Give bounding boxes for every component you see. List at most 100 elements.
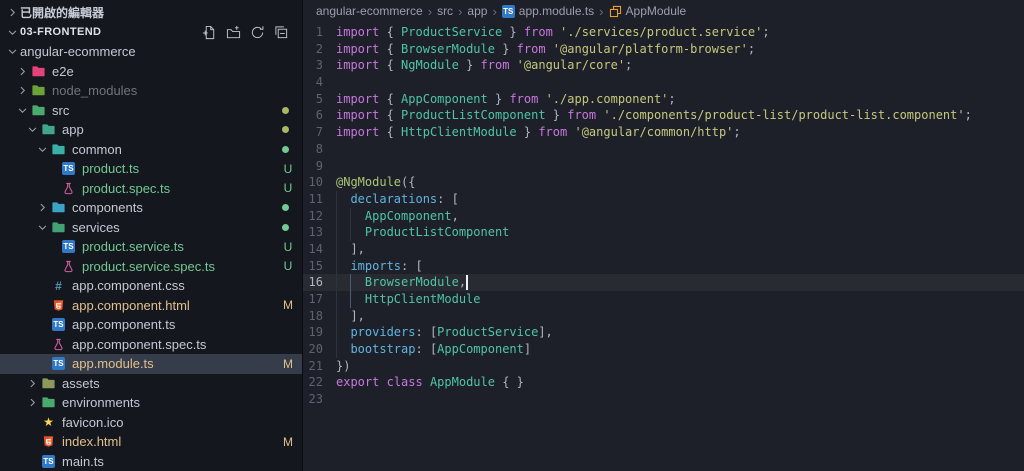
code-line-18[interactable]: 18 ], <box>303 307 1024 325</box>
chevron-down-icon[interactable] <box>4 24 20 40</box>
breadcrumb-item-AppModule[interactable]: AppModule <box>609 4 686 18</box>
chevron-right-icon[interactable] <box>24 375 40 391</box>
text-cursor <box>466 275 468 290</box>
code-line-22[interactable]: 22 export class AppModule { } <box>303 374 1024 391</box>
line-number: 5 <box>315 91 323 106</box>
chevron-right-icon[interactable] <box>4 4 20 20</box>
line-text: ProductListComponent <box>336 224 1024 241</box>
tree-item-node_modules[interactable]: node_modules <box>0 81 302 101</box>
code-line-21[interactable]: 21}) <box>303 358 1024 375</box>
tree-item-app.component.html[interactable]: app.component.html M <box>0 296 302 316</box>
tree-item-index.html[interactable]: index.html M <box>0 432 302 452</box>
folder-icon <box>50 219 67 235</box>
open-editors-header[interactable]: 已開啟的編輯器 <box>0 2 302 22</box>
tree-item-e2e[interactable]: e2e <box>0 62 302 82</box>
tree-item-product.service.ts[interactable]: TS product.service.ts U <box>0 237 302 257</box>
breadcrumb-label: angular-ecommerce <box>316 4 423 18</box>
html-file-icon <box>50 297 67 313</box>
typescript-file-icon: TS <box>62 240 75 254</box>
tree-item-app[interactable]: app <box>0 120 302 140</box>
code-area[interactable]: 1 import { ProductService } from './servi… <box>303 22 1024 471</box>
line-text <box>336 158 1024 175</box>
indent-guide <box>350 224 352 241</box>
line-text <box>336 141 1024 158</box>
tree-item-assets[interactable]: assets <box>0 374 302 394</box>
code-line-5[interactable]: 5 import { AppComponent } from './app.com… <box>303 91 1024 108</box>
tree-item-app.component.ts[interactable]: TS app.component.ts <box>0 315 302 335</box>
tree-item-src[interactable]: src <box>0 101 302 121</box>
tree-item-angular-ecommerce[interactable]: angular-ecommerce <box>0 42 302 62</box>
breadcrumb-item-app[interactable]: app <box>467 4 487 18</box>
breadcrumb-item-angular-ecommerce[interactable]: angular-ecommerce <box>316 4 423 18</box>
code-line-1[interactable]: 1 import { ProductService } from './servi… <box>303 24 1024 41</box>
chevron-down-icon[interactable] <box>14 102 30 118</box>
code-line-2[interactable]: 2 import { BrowserModule } from '@angular… <box>303 41 1024 58</box>
chevron-slot <box>24 453 40 469</box>
code-line-6[interactable]: 6 import { ProductListComponent } from '.… <box>303 107 1024 124</box>
chevron-down-icon[interactable] <box>4 44 20 60</box>
line-number: 8 <box>315 141 323 156</box>
tree-item-product.service.spec.ts[interactable]: product.service.spec.ts U <box>0 257 302 277</box>
indent-guide <box>350 291 352 308</box>
git-status-badge: M <box>283 298 293 313</box>
code-line-12[interactable]: 12 AppComponent, <box>303 207 1024 225</box>
test-flask-icon <box>60 258 77 274</box>
tree-item-components[interactable]: components <box>0 198 302 218</box>
line-number: 19 <box>308 325 323 340</box>
tree-item-common[interactable]: common <box>0 140 302 160</box>
code-line-8[interactable]: 8 <box>303 141 1024 158</box>
vscode-window: 已開啟的編輯器 03-FRONTEND angular-ecommerce e2e… <box>0 0 1024 471</box>
tree-item-environments[interactable]: environments <box>0 393 302 413</box>
tree-item-product.spec.ts[interactable]: product.spec.ts U <box>0 179 302 199</box>
tree-item-label: node_modules <box>52 83 138 99</box>
tree-item-favicon.ico[interactable]: ★ favicon.ico <box>0 413 302 433</box>
tree-item-app.component.css[interactable]: # app.component.css <box>0 276 302 296</box>
chevron-down-icon[interactable] <box>24 122 40 138</box>
code-line-14[interactable]: 14 ], <box>303 240 1024 258</box>
chevron-right-icon[interactable] <box>14 63 30 79</box>
folder-icon <box>50 200 67 216</box>
breadcrumb-item-src[interactable]: src <box>437 4 453 18</box>
chevron-slot <box>44 180 60 196</box>
code-line-20[interactable]: 20 bootstrap: [AppComponent] <box>303 341 1024 358</box>
code-line-19[interactable]: 19 providers: [ProductService], <box>303 324 1024 342</box>
code-line-16[interactable]: 16 BrowserModule, <box>303 274 1024 291</box>
refresh-icon[interactable] <box>249 24 266 41</box>
project-section-header[interactable]: 03-FRONTEND <box>0 22 302 42</box>
code-line-23[interactable]: 23 <box>303 391 1024 408</box>
tree-item-app.module.ts[interactable]: TS app.module.ts M <box>0 354 302 374</box>
chevron-down-icon[interactable] <box>34 219 50 235</box>
code-line-15[interactable]: 15 imports: [ <box>303 257 1024 275</box>
tree-item-product.ts[interactable]: TS product.ts U <box>0 159 302 179</box>
typescript-file-icon: TS <box>501 4 515 18</box>
code-line-10[interactable]: 10 @NgModule({ <box>303 174 1024 191</box>
tree-item-label: app.component.spec.ts <box>72 336 207 352</box>
line-number: 2 <box>315 41 323 56</box>
indent-guide <box>336 224 337 241</box>
tree-item-app.component.spec.ts[interactable]: app.component.spec.ts <box>0 335 302 355</box>
chevron-right-icon[interactable] <box>14 83 30 99</box>
breadcrumb-item-app.module.ts[interactable]: TS app.module.ts <box>501 4 594 18</box>
code-line-13[interactable]: 13 ProductListComponent <box>303 224 1024 241</box>
line-text: import { ProductService } from './servic… <box>336 25 770 39</box>
code-line-11[interactable]: 11 declarations: [ <box>303 190 1024 208</box>
tree-item-main.ts[interactable]: TS main.ts <box>0 452 302 471</box>
chevron-right-icon[interactable] <box>24 395 40 411</box>
new-file-icon[interactable] <box>201 24 218 41</box>
new-folder-icon[interactable] <box>225 24 242 41</box>
collapse-all-icon[interactable] <box>273 24 290 41</box>
line-number: 22 <box>308 375 323 390</box>
code-line-17[interactable]: 17 HttpClientModule <box>303 291 1024 308</box>
code-line-3[interactable]: 3 import { NgModule } from '@angular/core… <box>303 57 1024 74</box>
code-line-9[interactable]: 9 <box>303 158 1024 175</box>
code-line-4[interactable]: 4 <box>303 74 1024 91</box>
line-text: providers: [ProductService], <box>336 324 1024 342</box>
line-number: 6 <box>315 108 323 123</box>
chevron-down-icon[interactable] <box>34 141 50 157</box>
chevron-right-icon[interactable] <box>34 200 50 216</box>
tree-item-services[interactable]: services <box>0 218 302 238</box>
code-line-7[interactable]: 7 import { HttpClientModule } from '@angu… <box>303 124 1024 141</box>
line-text: AppComponent, <box>336 207 1024 225</box>
tree-item-label: angular-ecommerce <box>20 44 136 60</box>
chevron-slot <box>34 278 50 294</box>
